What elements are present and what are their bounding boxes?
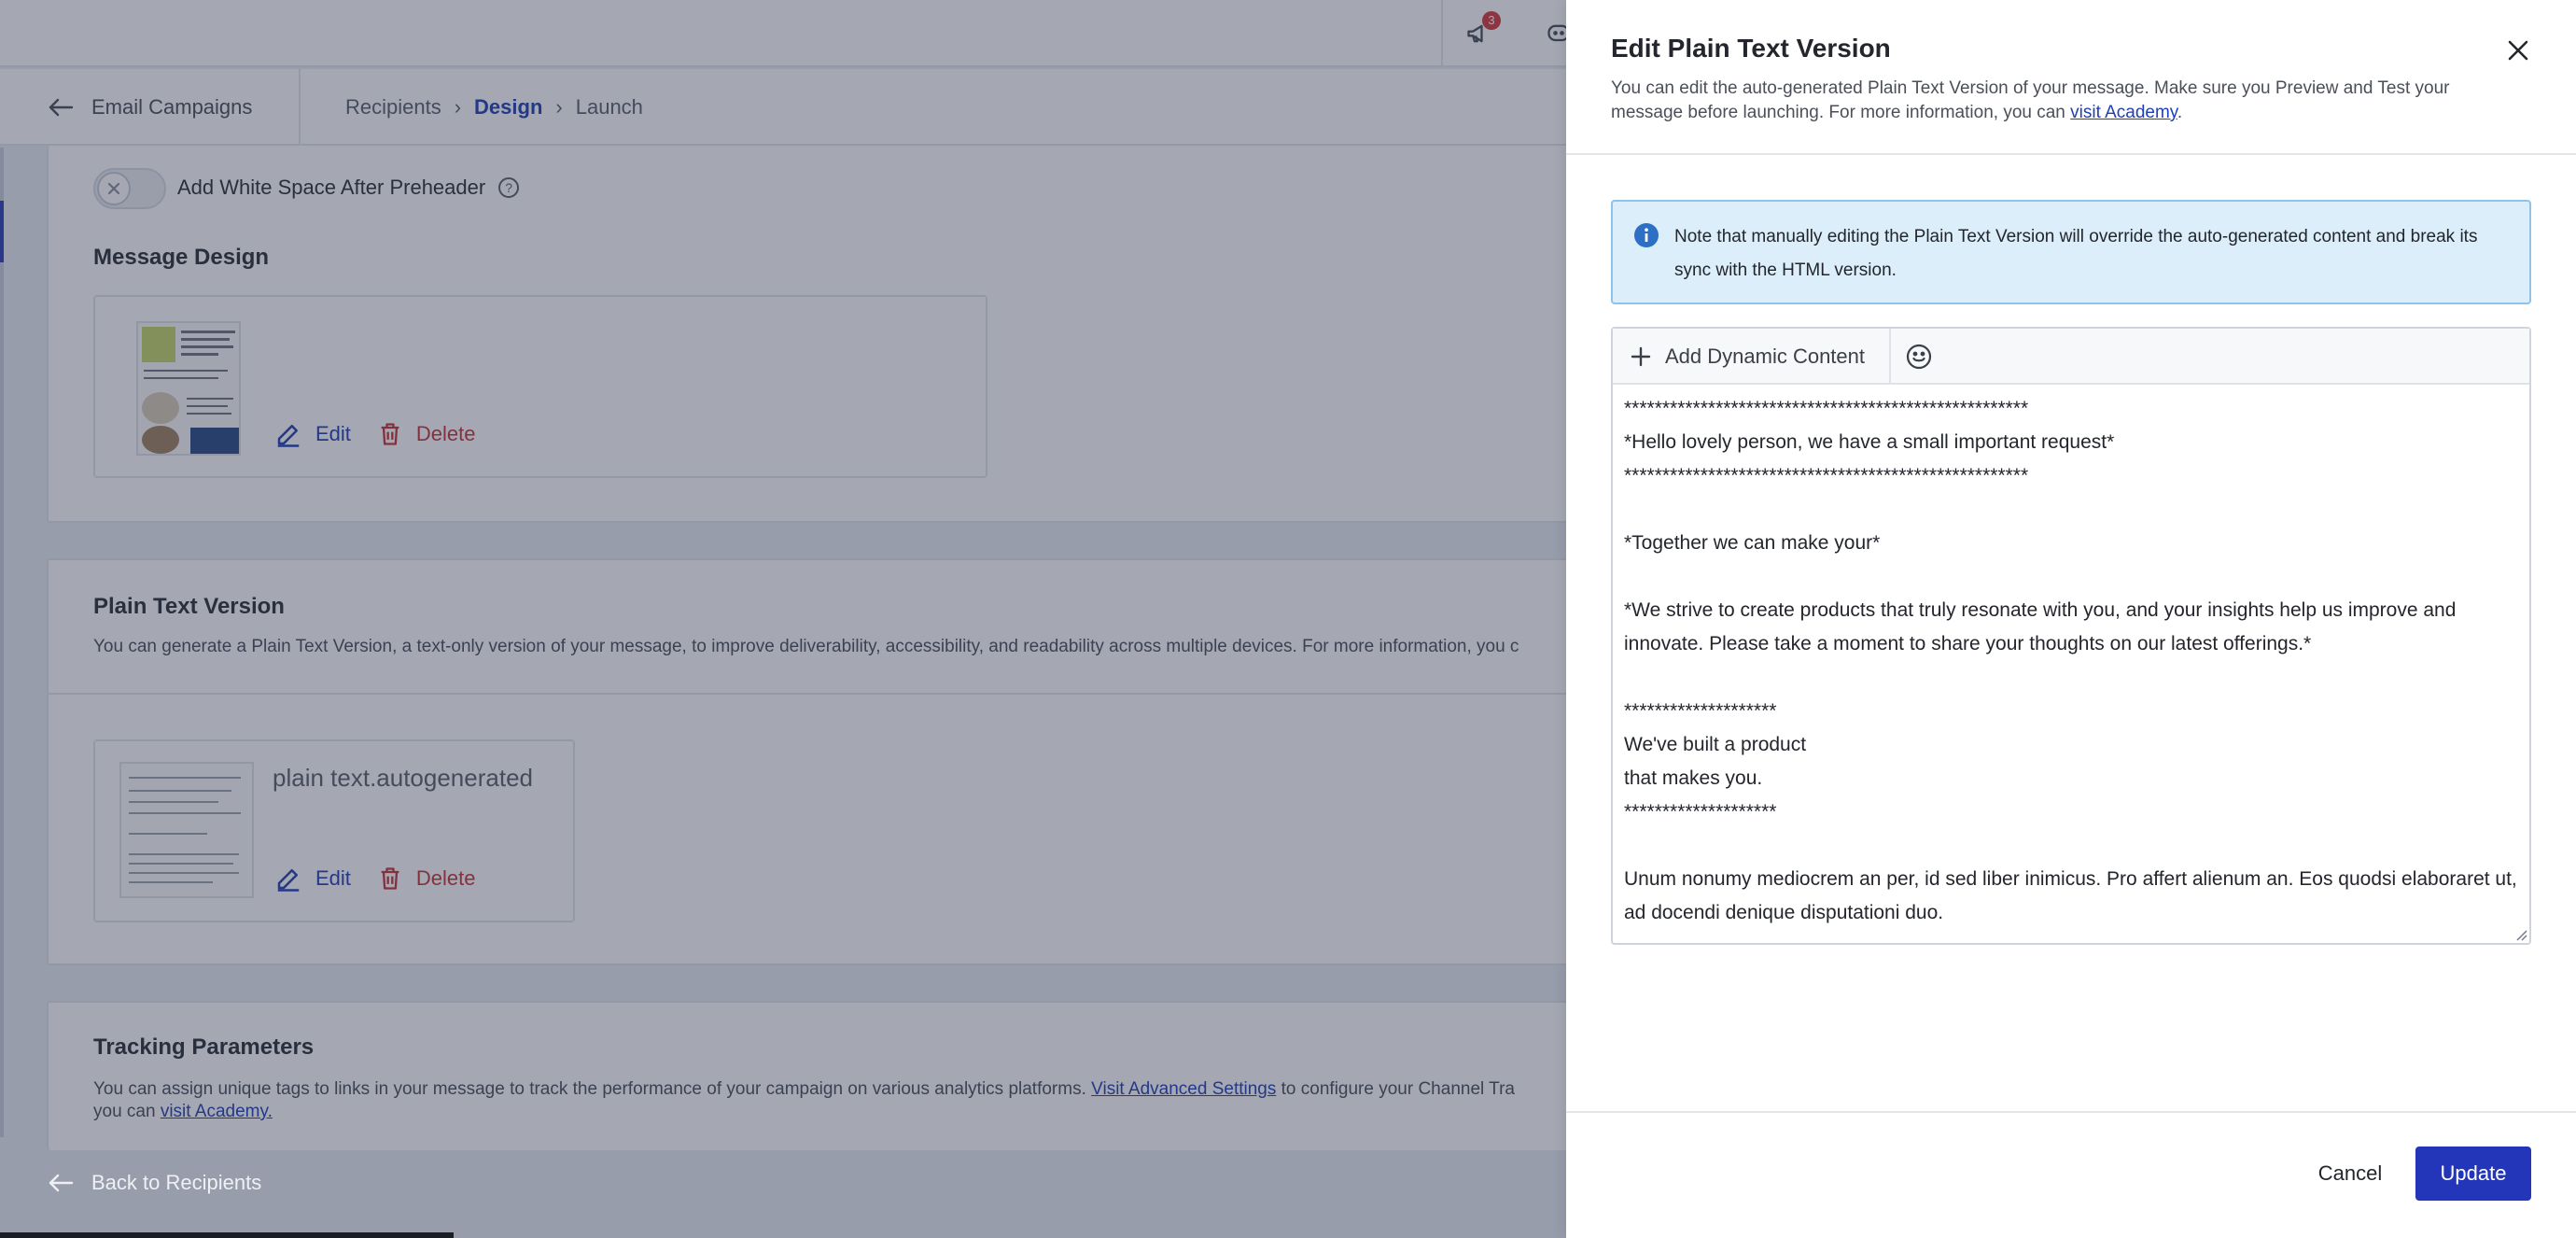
editor-line: ******************** (1624, 801, 1777, 823)
modal-backdrop[interactable] (0, 0, 1566, 1238)
panel-academy-link[interactable]: visit Academy (2070, 103, 2177, 122)
plain-text-textarea[interactable]: ******************** ********************… (1624, 392, 2522, 939)
override-warning-notice: Note that manually editing the Plain Tex… (1611, 200, 2531, 304)
arrow-left-icon (49, 1174, 74, 1192)
editor-line: *We strive to create products that truly… (1624, 599, 2457, 654)
editor-toolbar: Add Dynamic Content (1613, 329, 2529, 385)
editor-line: ******************** (1624, 700, 1777, 722)
back-to-recipients-label: Back to Recipients (91, 1171, 262, 1194)
panel-footer-divider (1566, 1111, 2576, 1113)
resize-handle-icon[interactable] (2514, 928, 2527, 941)
panel-title: Edit Plain Text Version (1611, 34, 1891, 63)
editor-line: ****************************************… (1624, 465, 2029, 486)
toolbar-divider (1889, 329, 1891, 383)
panel-header-divider (1566, 153, 2576, 155)
add-dynamic-content-label: Add Dynamic Content (1665, 345, 1865, 368)
plus-icon (1631, 346, 1651, 367)
editor-line: *Together we can make your* (1624, 532, 1881, 554)
emoji-button[interactable] (1902, 340, 1936, 373)
update-button[interactable]: Update (2415, 1147, 2531, 1201)
plain-text-editor: Add Dynamic Content ********************… (1611, 327, 2531, 945)
editor-line: Unum nonumy mediocrem an per, id sed lib… (1624, 868, 2517, 923)
panel-desc-text: You can edit the auto-generated Plain Te… (1611, 78, 2450, 122)
panel-desc-text: . (2177, 103, 2183, 122)
editor-line: that makes you. (1624, 767, 1763, 789)
editor-line: *Hello lovely person, we have a small im… (1624, 431, 2115, 453)
edit-plain-text-panel: Edit Plain Text Version You can edit the… (1566, 0, 2576, 1238)
editor-line: We've built a product (1624, 734, 1807, 755)
bottom-strip (0, 1232, 454, 1238)
close-icon (2508, 40, 2528, 61)
panel-description: You can edit the auto-generated Plain Te… (1611, 77, 2507, 125)
emoji-icon (1906, 344, 1932, 370)
editor-line: ****************************************… (1624, 398, 2029, 419)
add-dynamic-content-button[interactable]: Add Dynamic Content (1630, 340, 1865, 373)
info-icon (1634, 223, 1659, 247)
notice-text: Note that manually editing the Plain Tex… (1674, 227, 2478, 280)
back-to-recipients-button[interactable]: Back to Recipients (47, 1171, 261, 1195)
app-root: 3 Email Campaigns Recipients › Design › … (0, 0, 2576, 1238)
close-panel-button[interactable] (2499, 32, 2537, 69)
cancel-button[interactable]: Cancel (2294, 1147, 2406, 1201)
